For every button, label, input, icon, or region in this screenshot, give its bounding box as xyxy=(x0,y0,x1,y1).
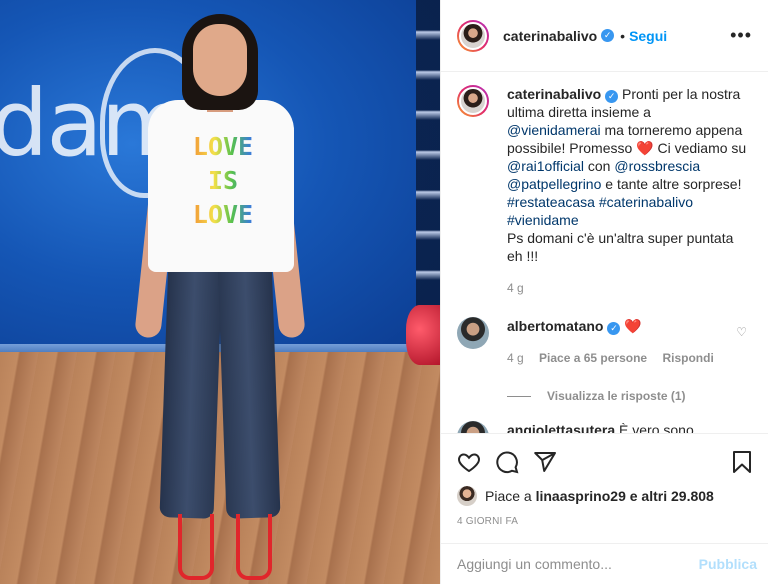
face xyxy=(193,24,247,96)
mention-link[interactable]: @vienidamerai xyxy=(507,122,601,138)
hashtag-link[interactable]: #caterinabalivo xyxy=(599,194,693,210)
comment: angiolettasutera È vero sono xyxy=(457,421,753,433)
view-replies-label: Visualizza le risposte (1) xyxy=(547,389,686,403)
commenter-avatar[interactable] xyxy=(457,317,489,349)
reply-button[interactable]: Rispondi xyxy=(662,351,713,365)
post-photo[interactable]: dam LOVE IS LOVE xyxy=(0,0,440,584)
share-paper-plane-icon[interactable] xyxy=(533,450,557,474)
author-username[interactable]: caterinabalivo xyxy=(503,28,597,44)
hashtag-link[interactable]: #restateacasa xyxy=(507,194,595,210)
like-heart-icon[interactable] xyxy=(457,450,481,474)
tshirt-print-line: LOVE xyxy=(192,200,254,229)
likes-prefix: Piace a xyxy=(485,488,532,504)
more-options-icon[interactable]: ••• xyxy=(730,25,752,46)
comment-text: ❤️ xyxy=(624,318,642,334)
add-comment-input[interactable] xyxy=(457,556,699,572)
author-avatar[interactable] xyxy=(457,19,489,52)
right-red-sandal xyxy=(236,514,272,580)
left-red-sandal xyxy=(178,514,214,580)
comment-bubble-icon[interactable] xyxy=(495,450,519,474)
view-replies-button[interactable]: Visualizza le risposte (1) xyxy=(507,389,753,403)
comment-like-heart-icon[interactable]: ♡ xyxy=(736,325,747,339)
liker-username[interactable]: linaasprino29 xyxy=(536,488,626,504)
verified-badge-icon: ✓ xyxy=(607,322,621,335)
comment-meta: 4 g Piace a 65 persone Rispondi xyxy=(507,349,726,367)
verified-badge-icon: ✓ xyxy=(601,29,615,42)
caption-text: Ci vediamo su xyxy=(657,140,747,156)
publish-button[interactable]: Pubblica xyxy=(699,556,757,572)
comment-time[interactable]: 4 g xyxy=(507,351,524,365)
comment: albertomatano ✓ ❤️ 4 g Piace a 65 persone… xyxy=(457,317,753,367)
separator-dot: • xyxy=(620,27,626,44)
post-caption: caterinabalivo ✓ Pronti per la nostra ult… xyxy=(457,85,753,297)
tshirt-print: LOVE IS LOVE xyxy=(178,130,268,232)
post-header: caterinabalivo ✓ • Segui ••• xyxy=(441,0,768,72)
follow-button[interactable]: Segui xyxy=(629,28,667,44)
comment-body: angiolettasutera È vero sono xyxy=(507,421,694,433)
verified-badge-icon: ✓ xyxy=(605,90,619,103)
comment-text: È vero sono xyxy=(619,422,694,433)
mention-link[interactable]: @patpellegrino xyxy=(507,176,601,192)
right-leg-jeans xyxy=(217,257,281,519)
commenter-username[interactable]: angiolettasutera xyxy=(507,422,615,433)
caption-text: con xyxy=(587,158,611,174)
post-actions: Piace a linaasprino29 e altri 29.808 4 g… xyxy=(441,433,768,527)
tshirt-print-line: IS xyxy=(207,166,239,195)
mention-link[interactable]: @rossbrescia xyxy=(614,158,700,174)
woman-figure: LOVE IS LOVE xyxy=(134,8,306,584)
hashtag-link[interactable]: #vienidame xyxy=(507,212,579,228)
likes-count[interactable]: e altri 29.808 xyxy=(630,488,714,504)
comment-likes[interactable]: Piace a 65 persone xyxy=(539,351,647,365)
liker-avatar[interactable] xyxy=(457,486,477,506)
action-icons xyxy=(457,448,753,476)
mention-link[interactable]: @rai1official xyxy=(507,158,584,174)
caption-body: caterinabalivo ✓ Pronti per la nostra ult… xyxy=(507,85,747,297)
caption-text: Ps domani c'è un'altra super puntata eh … xyxy=(507,230,734,264)
instagram-post: dam LOVE IS LOVE caterinabalivo ✓ • Segu… xyxy=(0,0,768,584)
likes-summary: Piace a linaasprino29 e altri 29.808 xyxy=(457,486,753,506)
comment-body: albertomatano ✓ ❤️ 4 g Piace a 65 persone… xyxy=(507,317,726,367)
post-sidebar: caterinabalivo ✓ • Segui ••• caterinabal… xyxy=(440,0,768,584)
left-leg-jeans xyxy=(159,257,223,519)
caption-text: e tante altre sorprese! xyxy=(605,176,742,192)
caption-time[interactable]: 4 g xyxy=(507,279,747,297)
caption-author-avatar[interactable] xyxy=(457,85,489,117)
stage-lights xyxy=(416,0,440,340)
comments-list[interactable]: caterinabalivo ✓ Pronti per la nostra ult… xyxy=(441,73,768,433)
commenter-username[interactable]: albertomatano xyxy=(507,318,603,334)
heart-emoji: ❤️ xyxy=(636,140,654,156)
commenter-avatar[interactable] xyxy=(457,421,489,433)
save-bookmark-icon[interactable] xyxy=(731,450,753,474)
caption-username[interactable]: caterinabalivo xyxy=(507,86,601,102)
red-sofa xyxy=(406,305,440,365)
post-date[interactable]: 4 giorni fa xyxy=(457,516,753,527)
add-comment-bar: Pubblica xyxy=(441,543,768,584)
tshirt-print-line: LOVE xyxy=(192,132,254,161)
replies-line xyxy=(507,395,531,397)
